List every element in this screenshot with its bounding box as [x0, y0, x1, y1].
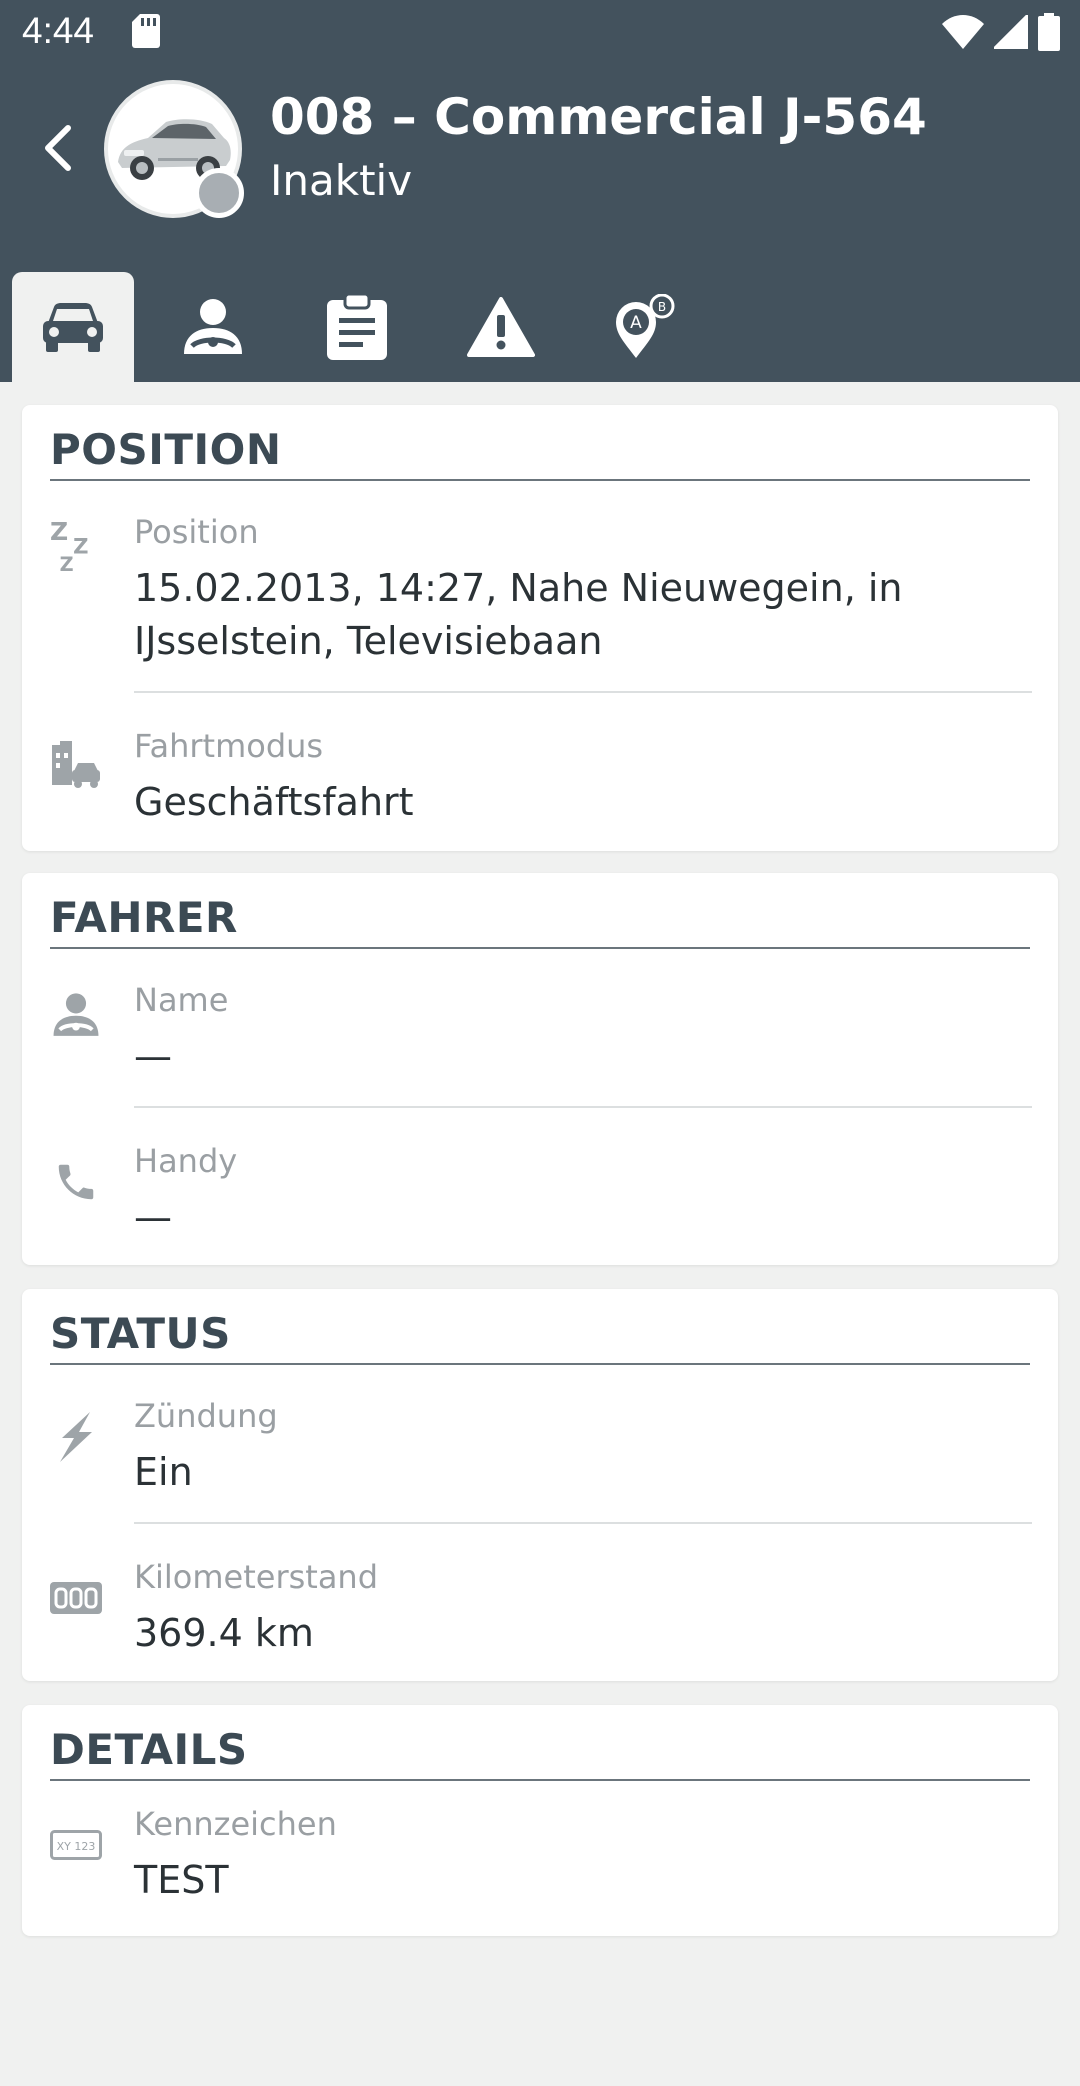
vehicle-title: 008 – Commercial J-564 — [270, 88, 927, 146]
license-plate-value: TEST — [134, 1858, 229, 1902]
business-car-icon — [50, 739, 102, 791]
tab-bar: A B — [0, 272, 1080, 382]
status-icons — [942, 12, 1060, 52]
warning-icon — [467, 297, 535, 357]
car-icon — [43, 303, 103, 352]
driver-phone-label: Handy — [134, 1142, 238, 1180]
tab-logbook[interactable] — [296, 272, 418, 382]
driver-name-value: — — [134, 1034, 172, 1078]
row-divider — [134, 691, 1032, 693]
odometer-label: Kilometerstand — [134, 1558, 379, 1596]
license-plate-row: XY 123 Kennzeichen TEST — [22, 1805, 1058, 1925]
drive-mode-value: Geschäftsfahrt — [134, 780, 414, 824]
position-card: POSITION Z Z Z Position 15.02.2013, 14:2… — [22, 405, 1058, 851]
odometer-value: 369.4 km — [134, 1611, 314, 1655]
svg-text:Z: Z — [73, 534, 88, 559]
ignition-row: Zündung Ein — [22, 1389, 1058, 1539]
wifi-icon — [942, 15, 984, 49]
phone-icon — [50, 1156, 102, 1208]
position-label: Position — [134, 513, 259, 551]
position-value: 15.02.2013, 14:27, Nahe Nieuwegein, in I… — [134, 566, 903, 663]
section-title: FAHRER — [50, 893, 238, 942]
license-plate-icon: XY 123 — [50, 1819, 102, 1871]
driver-name-label: Name — [134, 981, 229, 1019]
driver-phone-row: Handy — — [22, 1134, 1058, 1254]
section-title: DETAILS — [50, 1725, 248, 1774]
svg-text:A: A — [630, 313, 642, 333]
drive-mode-row: Fahrtmodus Geschäftsfahrt — [22, 719, 1058, 839]
status-time: 4:44 — [22, 10, 95, 51]
driver-icon — [184, 299, 242, 354]
route-pin-icon: A B — [616, 294, 675, 358]
tab-driver[interactable] — [152, 272, 274, 382]
section-divider — [50, 947, 1030, 949]
odometer-icon — [50, 1572, 102, 1624]
cell-signal-icon — [994, 15, 1028, 49]
vehicle-status-dot — [194, 168, 244, 218]
row-divider — [134, 1522, 1032, 1524]
svg-text:XY 123: XY 123 — [57, 1840, 96, 1853]
license-plate-label: Kennzeichen — [134, 1805, 337, 1843]
driver-name-row: Name — — [22, 973, 1058, 1123]
section-divider — [50, 1779, 1030, 1781]
details-card: DETAILS XY 123 Kennzeichen TEST — [22, 1705, 1058, 1936]
sleep-icon: Z Z Z — [50, 517, 102, 574]
tab-route[interactable]: A B — [582, 272, 704, 382]
vehicle-status-text: Inaktiv — [270, 156, 413, 205]
driver-phone-value: — — [134, 1195, 172, 1239]
ignition-value: Ein — [134, 1450, 193, 1494]
position-row: Z Z Z Position 15.02.2013, 14:27, Nahe N… — [22, 505, 1058, 705]
battery-icon — [1038, 13, 1060, 51]
odometer-row: Kilometerstand 369.4 km — [22, 1550, 1058, 1670]
clipboard-icon — [327, 294, 387, 360]
drive-mode-label: Fahrtmodus — [134, 727, 324, 765]
section-title: STATUS — [50, 1309, 231, 1358]
chevron-left-icon — [45, 125, 71, 171]
driver-icon — [50, 989, 102, 1041]
row-divider — [134, 1106, 1032, 1108]
svg-text:Z: Z — [50, 517, 68, 546]
tab-vehicle[interactable] — [12, 272, 134, 382]
section-divider — [50, 1363, 1030, 1365]
status-bar: 4:44 — [0, 0, 1080, 64]
app-header: 4:44 008 – Commercial J-564 Inaktiv A B — [0, 0, 1080, 382]
ignition-label: Zündung — [134, 1397, 278, 1435]
ignition-icon — [50, 1411, 102, 1463]
section-divider — [50, 479, 1030, 481]
sd-card-icon — [132, 14, 160, 48]
svg-text:Z: Z — [60, 553, 74, 574]
driver-card: FAHRER Name — Handy — — [22, 873, 1058, 1265]
back-button[interactable] — [30, 110, 86, 186]
tab-alerts[interactable] — [440, 272, 562, 382]
status-card: STATUS Zündung Ein Kilometerstand 369.4 … — [22, 1289, 1058, 1681]
svg-text:B: B — [658, 300, 666, 314]
section-title: POSITION — [50, 425, 282, 474]
